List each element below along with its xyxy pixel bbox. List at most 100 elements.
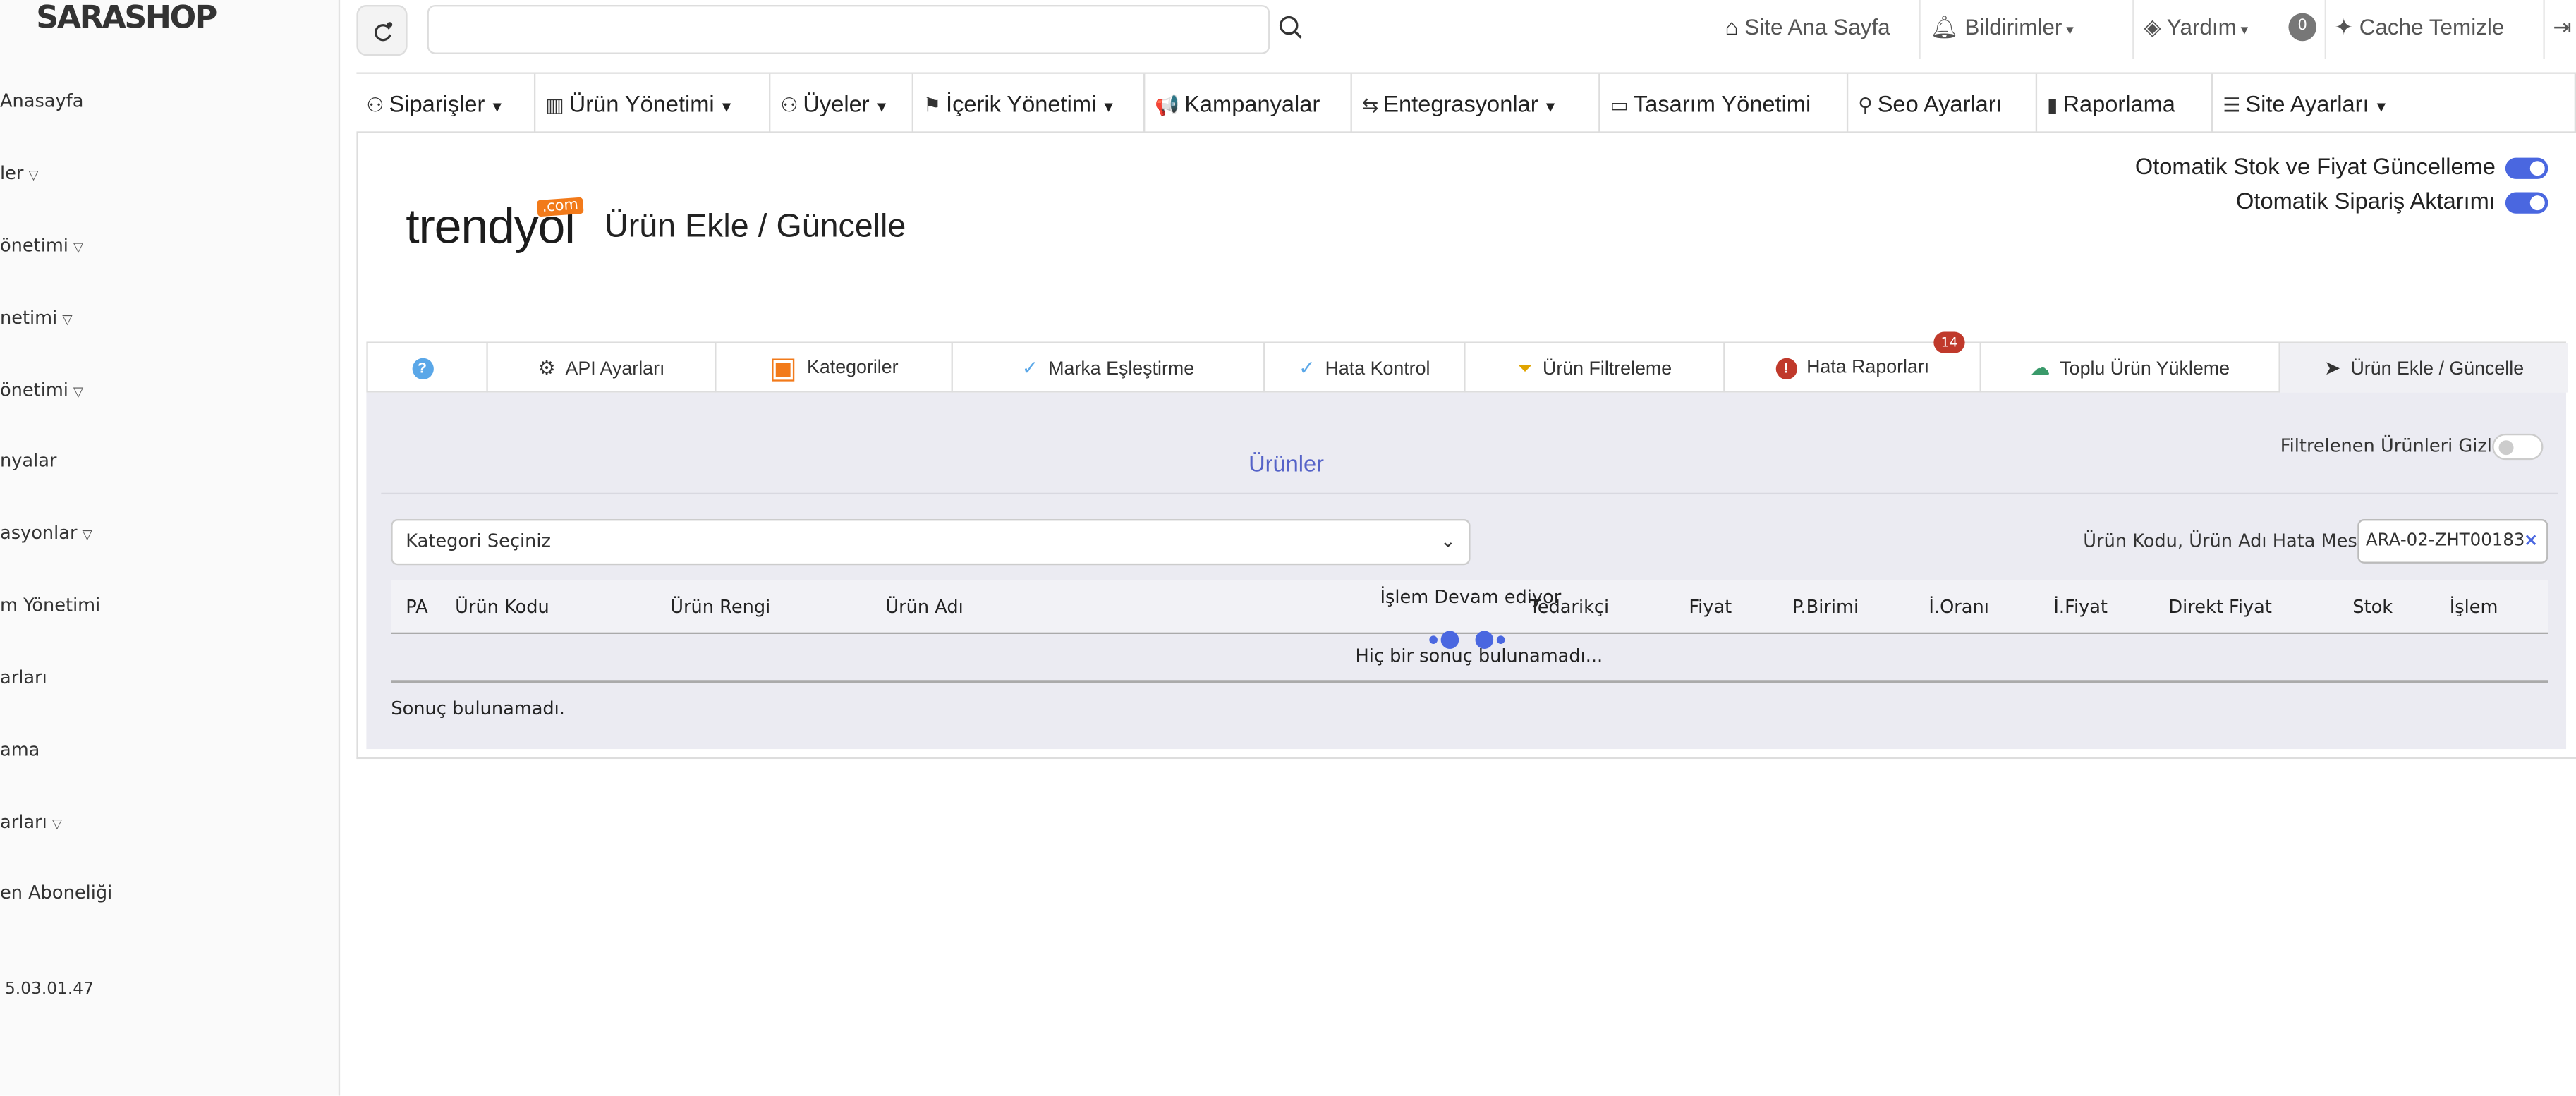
gear-icon: ⚙ <box>537 356 556 380</box>
sidebar-item[interactable]: asyonlar ▽ <box>0 523 92 544</box>
results-footer: Sonuç bulunamadı. <box>391 698 565 720</box>
category-select[interactable]: Kategori Seçiniz ⌄ <box>391 518 1471 566</box>
menu-item[interactable]: ▮ Raporlama <box>2037 73 2213 133</box>
column-header[interactable]: Ürün Rengi <box>670 596 770 617</box>
tab[interactable]: ⏷ Ürün Filtreleme <box>1466 343 1725 393</box>
sidebar-item[interactable]: netimi ▽ <box>0 308 73 329</box>
clear-icon[interactable]: × <box>2523 520 2539 562</box>
logout-icon[interactable]: ⇥ <box>2553 15 2571 41</box>
main-menu: ⚇ Siparişler ▼ ▥ Ürün Yönetimi ▼ ⚇ Üyeler ▼ ⚑ İçer… <box>356 72 2576 133</box>
loading-dot <box>1429 635 1438 645</box>
trendyol-logo-suffix: .com <box>536 197 584 217</box>
sliders-icon: ☰ <box>2223 93 2241 117</box>
menu-item[interactable]: ⚑ İçerik Yönetimi ▼ <box>913 73 1146 133</box>
column-header[interactable]: PA <box>406 596 427 617</box>
column-header[interactable]: İ.Fiyat <box>2053 596 2108 617</box>
tab[interactable]: ➤ Ürün Ekle / Güncelle <box>2280 343 2568 393</box>
sidebar-item[interactable]: m Yönetimi <box>0 595 100 616</box>
search-icon[interactable] <box>1278 15 1304 41</box>
flag-icon: ⚑ <box>923 93 942 117</box>
help-menu[interactable]: ◈ Yardım ▾ <box>2144 15 2248 41</box>
product-search-input[interactable]: ARA-02-ZHT001838 × <box>2357 518 2548 564</box>
empty-table-message: Hiç bir sonuç bulunamadı... <box>1355 645 1603 667</box>
tab[interactable]: ? <box>368 343 488 393</box>
column-header[interactable]: İ.Oranı <box>1928 596 1988 617</box>
hide-filtered-label: Filtrelenen Ürünleri Gizle <box>2280 435 2503 457</box>
version-label: 5.03.01.47 <box>4 980 94 999</box>
product-search-label: Ürün Kodu, Ürün Adı Hata Mesajı <box>2083 530 2378 552</box>
loading-dot <box>1496 635 1505 645</box>
home-icon: ⌂ <box>1725 14 1745 39</box>
sidebar-item[interactable]: ler ▽ <box>0 163 39 184</box>
sidebar-item[interactable]: nyalar <box>0 450 56 471</box>
notifications-menu[interactable]: 🔔︎ Bildirimler ▾ <box>1931 15 2074 41</box>
members-icon: ⚇ <box>780 93 798 117</box>
caret-down-icon: ▽ <box>82 527 92 542</box>
sidebar-item[interactable]: önetimi ▽ <box>0 235 83 256</box>
refresh-icon <box>373 22 392 42</box>
app-logo[interactable]: SARASHOP <box>36 0 217 36</box>
dropdown-icon: ▼ <box>490 98 505 116</box>
double-check-icon: ✓ <box>1299 356 1316 380</box>
chart-icon: ▮ <box>2047 93 2058 117</box>
dropdown-icon: ▼ <box>1101 98 1117 116</box>
menu-item[interactable]: ⚇ Üyeler ▼ <box>770 73 913 133</box>
global-search-input[interactable] <box>427 4 1270 54</box>
users-icon: ⚇ <box>366 93 384 117</box>
menu-item[interactable]: ⇆ Entegrasyonlar ▼ <box>1352 73 1600 133</box>
site-home-link[interactable]: ⌂ Site Ana Sayfa <box>1725 15 1890 39</box>
sidebar-item[interactable]: en Aboneliği <box>0 882 112 903</box>
menu-item[interactable]: ▭ Tasarım Yönetimi <box>1600 73 1849 133</box>
products-heading: Ürünler <box>1248 450 1325 477</box>
check-circle-icon: ✓ <box>1021 356 1039 380</box>
alert-icon: ! <box>1775 358 1797 380</box>
dropdown-icon: ▼ <box>719 98 734 116</box>
tab[interactable]: ▣ Kategoriler <box>716 343 953 393</box>
sidebar-item[interactable]: Anasayfa <box>0 90 83 111</box>
auto-order-toggle-row: Otomatik Sipariş Aktarımı <box>2236 188 2548 214</box>
sidebar-item[interactable]: ama <box>0 739 40 760</box>
sidebar-item[interactable]: arları ▽ <box>0 812 62 833</box>
tab[interactable]: ✓ Hata Kontrol <box>1265 343 1466 393</box>
column-header[interactable]: Direkt Fiyat <box>2168 596 2272 617</box>
column-header[interactable]: Ürün Adı <box>885 596 963 617</box>
dropdown-icon: ▼ <box>1543 98 1558 116</box>
menu-item[interactable]: ☰ Site Ayarları ▼ <box>2213 73 2576 133</box>
count-badge: 0 <box>2288 13 2317 42</box>
sidebar: SARASHOP Anasayfa ler ▽ önetimi ▽ netimi ▽ önet… <box>0 0 341 1096</box>
tab[interactable]: ☁ Toplu Ürün Yükleme <box>1981 343 2280 393</box>
caret-down-icon: ▽ <box>28 167 39 183</box>
menu-item[interactable]: ▥ Ürün Yönetimi ▼ <box>535 73 771 133</box>
tab[interactable]: ⚙ API Ayarları <box>488 343 717 393</box>
auto-order-toggle[interactable] <box>2505 192 2548 214</box>
refresh-button[interactable] <box>356 4 408 56</box>
megaphone-icon: 📢 <box>1155 93 1180 117</box>
tab[interactable]: ✓ Marka Eşleştirme <box>953 343 1265 393</box>
dropdown-icon: ▼ <box>874 98 889 116</box>
funnel-icon: ⏷ <box>1517 356 1533 380</box>
column-header[interactable]: Stok <box>2352 596 2393 617</box>
auto-stock-toggle-row: Otomatik Stok ve Fiyat Güncelleme <box>2135 153 2548 179</box>
arrows-icon: ⇆ <box>1361 93 1379 117</box>
hide-filtered-toggle[interactable] <box>2492 433 2544 461</box>
products-content <box>366 392 2567 750</box>
question-icon: ? <box>411 358 433 380</box>
cloud-upload-icon: ☁ <box>2030 356 2051 380</box>
caret-down-icon: ▽ <box>73 384 84 399</box>
column-header[interactable]: P.Birimi <box>1792 596 1859 617</box>
column-header[interactable]: İşlem <box>2450 596 2498 617</box>
sidebar-item[interactable]: önetimi ▽ <box>0 379 83 401</box>
processing-indicator: İşlem Devam ediyor <box>1380 586 1562 608</box>
column-header[interactable]: Ürün Kodu <box>455 596 549 617</box>
cache-clear-link[interactable]: ✦ Cache Temizle <box>2335 15 2505 41</box>
menu-item[interactable]: ⚇ Siparişler ▼ <box>356 73 536 133</box>
barcode-icon: ▥ <box>545 93 564 117</box>
caret-down-icon: ▽ <box>62 312 73 327</box>
menu-item[interactable]: 📢 Kampanyalar <box>1145 73 1352 133</box>
tab-bar: ? ⚙ API Ayarları ▣ Kategoriler ✓ Marka Eşleşti… <box>366 341 2568 393</box>
menu-item[interactable]: ⚲ Seo Ayarları <box>1848 73 2038 133</box>
column-header[interactable]: Fiyat <box>1689 596 1732 617</box>
rocket-icon: ⚲ <box>1858 93 1873 117</box>
auto-stock-toggle[interactable] <box>2505 157 2548 179</box>
sidebar-item[interactable]: arları <box>0 667 47 688</box>
